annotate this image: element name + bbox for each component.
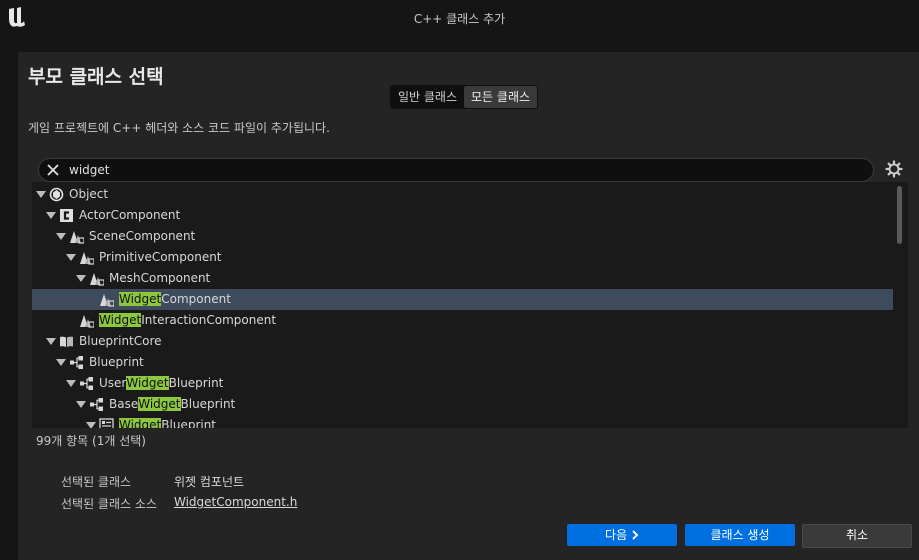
tree-row-label: MeshComponent xyxy=(109,271,211,285)
tree-scrollbar-thumb[interactable] xyxy=(897,186,902,244)
gear-icon[interactable] xyxy=(885,160,903,178)
tree-row[interactable]: MeshComponent xyxy=(32,268,893,289)
tab-all-classes[interactable]: 모든 클래스 xyxy=(464,86,538,108)
selected-source-link[interactable]: WidgetComponent.h xyxy=(174,495,297,509)
widget-blueprint-icon xyxy=(99,418,114,428)
scene-component-icon xyxy=(79,250,95,265)
chevron-down-icon[interactable] xyxy=(56,233,66,240)
chevron-down-icon[interactable] xyxy=(46,212,56,219)
tree-row-label: Object xyxy=(69,187,109,201)
next-button[interactable]: 다음 xyxy=(567,524,677,546)
chevron-down-icon[interactable] xyxy=(46,338,56,345)
cpp-class-icon xyxy=(59,208,74,223)
blueprint-icon xyxy=(69,355,84,370)
search-match-highlight: Widget xyxy=(126,376,169,390)
tree-row[interactable]: WidgetComponent xyxy=(32,289,893,310)
search-match-highlight: Widget xyxy=(138,397,181,411)
scene-component-icon xyxy=(99,292,115,307)
chevron-down-icon[interactable] xyxy=(36,191,46,198)
class-tree: Object ActorComponent SceneComponent Primit… xyxy=(32,182,908,428)
page-title: 부모 클래스 선택 xyxy=(28,66,164,88)
item-count: 99개 항목 (1개 선택) xyxy=(36,434,146,448)
tree-row[interactable]: BlueprintCore xyxy=(32,331,893,352)
cancel-button[interactable]: 취소 xyxy=(802,524,912,548)
chevron-right-icon xyxy=(632,530,639,540)
selected-source-label: 선택된 클래스 소스 xyxy=(61,497,157,511)
tree-row-label: Blueprint xyxy=(89,355,144,369)
create-class-button[interactable]: 클래스 생성 xyxy=(685,524,795,546)
search-box xyxy=(38,158,874,182)
tab-common-classes[interactable]: 일반 클래스 xyxy=(391,86,464,108)
tree-row[interactable]: UserWidgetBlueprint xyxy=(32,373,893,394)
next-button-label: 다음 xyxy=(605,528,628,542)
title-bar: C++ 클래스 추가 xyxy=(0,0,919,36)
tree-row[interactable]: PrimitiveComponent xyxy=(32,247,893,268)
object-icon xyxy=(49,187,64,202)
book-icon xyxy=(59,334,74,349)
tree-row-label: BlueprintCore xyxy=(79,334,162,348)
chevron-down-icon[interactable] xyxy=(76,275,86,282)
tree-row-label: SceneComponent xyxy=(89,229,196,243)
blueprint-icon xyxy=(79,376,94,391)
tree-row[interactable]: Object xyxy=(32,184,893,205)
tree-row-label: ActorComponent xyxy=(79,208,181,222)
scene-component-icon xyxy=(79,313,95,328)
tree-row[interactable]: WidgetBlueprint xyxy=(32,415,893,428)
tree-row-label: WidgetBlueprint xyxy=(119,415,216,428)
search-match-highlight: Widget xyxy=(119,292,162,306)
clear-search-icon[interactable] xyxy=(45,162,61,178)
description-text: 게임 프로젝트에 C++ 헤더와 소스 코드 파일이 추가됩니다. xyxy=(28,121,330,135)
selected-class-value: 위젯 컴포넌트 xyxy=(174,475,245,489)
chevron-down-icon[interactable] xyxy=(56,359,66,366)
chevron-down-icon[interactable] xyxy=(76,401,86,408)
selected-class-label: 선택된 클래스 xyxy=(61,475,132,489)
chevron-down-icon[interactable] xyxy=(66,380,76,387)
tree-row[interactable]: Blueprint xyxy=(32,352,893,373)
tree-row-label: WidgetComponent xyxy=(119,292,231,306)
search-match-highlight: Widget xyxy=(99,313,142,327)
chevron-down-icon[interactable] xyxy=(66,254,76,261)
tree-row[interactable]: BaseWidgetBlueprint xyxy=(32,394,893,415)
tree-row-label: WidgetInteractionComponent xyxy=(99,313,277,327)
scene-component-icon xyxy=(69,229,85,244)
window-title: C++ 클래스 추가 xyxy=(413,12,506,26)
search-input[interactable] xyxy=(69,160,849,179)
tree-row-label: PrimitiveComponent xyxy=(99,250,222,264)
tree-row-label: UserWidgetBlueprint xyxy=(99,376,224,390)
blueprint-icon xyxy=(89,397,104,412)
class-mode-toggle: 일반 클래스 모든 클래스 xyxy=(390,85,539,109)
scene-component-icon xyxy=(89,271,105,286)
tree-row[interactable]: ActorComponent xyxy=(32,205,893,226)
dialog-panel: 부모 클래스 선택 일반 클래스 모든 클래스 게임 프로젝트에 C++ 헤더와… xyxy=(18,52,919,560)
tree-row-label: BaseWidgetBlueprint xyxy=(109,397,236,411)
chevron-down-icon[interactable] xyxy=(86,422,96,428)
search-match-highlight: Widget xyxy=(119,418,162,428)
tree-row[interactable]: WidgetInteractionComponent xyxy=(32,310,893,331)
tree-row[interactable]: SceneComponent xyxy=(32,226,893,247)
